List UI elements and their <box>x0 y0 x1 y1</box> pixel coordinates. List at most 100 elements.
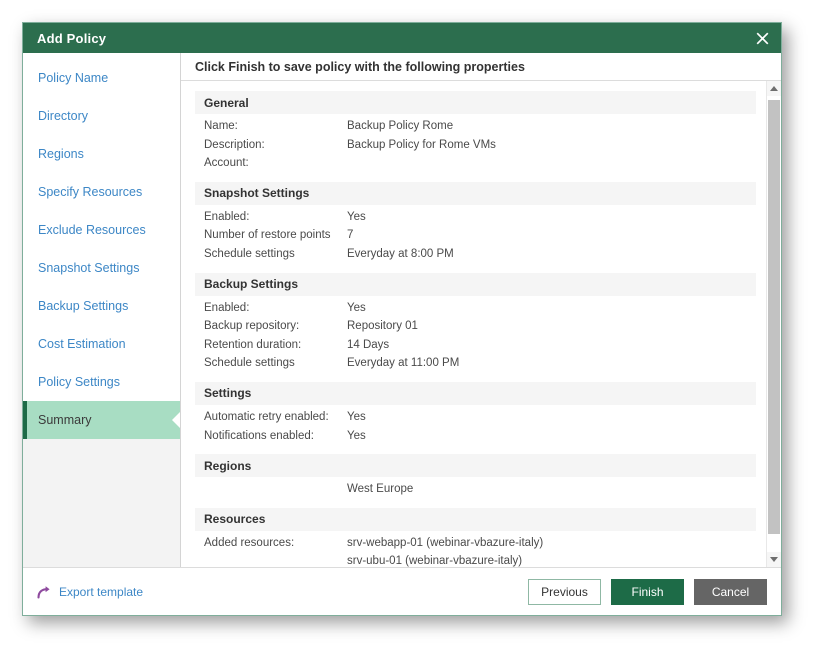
section-title: Regions <box>195 454 756 478</box>
dialog-titlebar: Add Policy <box>23 23 781 53</box>
sidebar-item-summary[interactable]: Summary <box>23 401 180 439</box>
close-button[interactable] <box>743 23 781 53</box>
section-title: Settings <box>195 381 756 405</box>
content-scroll-wrapper: General Name: Backup Policy Rome Descrip… <box>181 81 781 567</box>
section-regions: Regions West Europe <box>195 454 756 499</box>
row-label: Name: <box>204 120 238 132</box>
previous-button[interactable]: Previous <box>528 578 601 605</box>
section-title: Snapshot Settings <box>195 181 756 205</box>
row-value: srv-webapp-01 (webinar-vbazure-italy) sr… <box>347 536 544 567</box>
scroll-up-arrow-icon <box>770 86 778 91</box>
dialog-footer: Export template Previous Finish Cancel <box>23 567 781 615</box>
row-label: Retention duration: <box>204 338 302 351</box>
section-general: General Name: Backup Policy Rome Descrip… <box>195 91 756 173</box>
row-value: Yes <box>347 301 366 314</box>
sidebar-item-policy-name[interactable]: Policy Name <box>23 59 180 97</box>
finish-button[interactable]: Finish <box>611 578 684 605</box>
table-row: Enabled: Yes <box>195 208 756 227</box>
sidebar-item-label: Snapshot Settings <box>38 261 140 275</box>
content-scrollbar[interactable] <box>766 81 781 567</box>
dialog-body: Policy Name Directory Regions Specify Re… <box>23 53 781 567</box>
content-column: Click Finish to save policy with the fol… <box>181 53 781 567</box>
table-row: West Europe <box>195 480 756 499</box>
sidebar-item-regions[interactable]: Regions <box>23 135 180 173</box>
table-row: Number of restore points 7 <box>195 226 756 245</box>
table-row: Automatic retry enabled: Yes <box>195 408 756 427</box>
section-snapshot-settings: Snapshot Settings Enabled: Yes Number of… <box>195 181 756 264</box>
row-label <box>204 480 347 499</box>
cancel-button[interactable]: Cancel <box>694 578 767 605</box>
scrollbar-thumb[interactable] <box>768 100 780 534</box>
section-backup-settings: Backup Settings Enabled: Yes Backup repo… <box>195 272 756 373</box>
section-title: Resources <box>195 507 756 531</box>
row-value: Everyday at 11:00 PM <box>347 357 460 370</box>
row-value: Yes <box>347 410 366 423</box>
close-icon <box>756 32 768 44</box>
screen-root: Add Policy Policy Name Directory Regions… <box>0 0 816 661</box>
sidebar-item-policy-settings[interactable]: Policy Settings <box>23 363 180 401</box>
row-value: Backup Policy for Rome VMs <box>347 138 496 151</box>
sidebar-item-exclude-resources[interactable]: Exclude Resources <box>23 211 180 249</box>
row-value: Repository 01 <box>347 320 418 333</box>
add-policy-dialog: Add Policy Policy Name Directory Regions… <box>22 22 782 616</box>
table-row: Schedule settings Everyday at 8:00 PM <box>195 245 756 264</box>
sidebar-item-label: Summary <box>38 413 92 427</box>
row-label: Enabled: <box>204 210 250 223</box>
summary-panel: General Name: Backup Policy Rome Descrip… <box>181 81 766 567</box>
content-header-text: Click Finish to save policy with the fol… <box>181 53 781 81</box>
row-label: Backup repository: <box>204 320 300 333</box>
sidebar-item-snapshot-settings[interactable]: Snapshot Settings <box>23 249 180 287</box>
dialog-title: Add Policy <box>37 30 107 46</box>
row-value: 7 <box>347 229 354 242</box>
sidebar-item-label: Cost Estimation <box>38 337 126 351</box>
row-label: Schedule settings <box>204 247 295 260</box>
row-label: Description: <box>204 138 265 151</box>
sidebar-item-label: Backup Settings <box>38 299 129 313</box>
sidebar-item-specify-resources[interactable]: Specify Resources <box>23 173 180 211</box>
row-value: Yes <box>347 210 366 223</box>
sidebar-filler <box>23 429 180 567</box>
scrollbar-track[interactable] <box>767 96 781 552</box>
row-label: Number of restore points <box>204 229 331 242</box>
section-title: General <box>195 91 756 114</box>
row-label: Schedule settings <box>204 357 295 370</box>
sidebar-item-backup-settings[interactable]: Backup Settings <box>23 287 180 325</box>
row-label: Enabled: <box>204 301 250 314</box>
row-value <box>347 154 756 173</box>
scroll-down-button[interactable] <box>767 552 781 567</box>
row-value: 14 Days <box>347 338 390 351</box>
row-label: Account: <box>204 157 249 170</box>
section-title: Backup Settings <box>195 272 756 296</box>
sidebar-item-label: Policy Name <box>38 71 109 85</box>
sidebar-item-cost-estimation[interactable]: Cost Estimation <box>23 325 180 363</box>
table-row: Schedule settings Everyday at 11:00 PM <box>195 354 756 373</box>
scroll-down-arrow-icon <box>770 557 778 562</box>
table-row: Added resources: srv-webapp-01 (webinar-… <box>195 534 756 567</box>
scroll-up-button[interactable] <box>767 81 781 96</box>
table-row: Description: Backup Policy for Rome VMs <box>195 136 756 155</box>
section-settings: Settings Automatic retry enabled: Yes No… <box>195 381 756 446</box>
sidebar-item-label: Policy Settings <box>38 375 120 389</box>
wizard-sidebar: Policy Name Directory Regions Specify Re… <box>23 53 181 567</box>
row-label: Notifications enabled: <box>204 429 314 442</box>
section-resources: Resources Added resources: srv-webapp-01… <box>195 507 756 567</box>
export-template-button[interactable]: Export template <box>37 585 143 599</box>
sidebar-item-label: Directory <box>38 109 89 123</box>
sidebar-item-label: Regions <box>38 147 84 161</box>
share-arrow-icon <box>37 585 50 599</box>
table-row: Backup repository: Repository 01 <box>195 317 756 336</box>
table-row: Retention duration: 14 Days <box>195 336 756 355</box>
export-template-label: Export template <box>59 584 144 599</box>
table-row: Account: <box>195 154 756 173</box>
sidebar-item-label: Specify Resources <box>38 185 143 199</box>
table-row: Name: Backup Policy Rome <box>195 117 756 136</box>
row-label: Added resources: <box>204 536 295 549</box>
row-value: Everyday at 8:00 PM <box>347 247 454 260</box>
table-row: Notifications enabled: Yes <box>195 427 756 446</box>
row-value: Yes <box>347 429 366 442</box>
row-value: Backup Policy Rome <box>347 120 454 132</box>
sidebar-item-directory[interactable]: Directory <box>23 97 180 135</box>
sidebar-item-label: Exclude Resources <box>38 223 146 237</box>
wizard-step-list: Policy Name Directory Regions Specify Re… <box>23 53 180 439</box>
table-row: Enabled: Yes <box>195 299 756 318</box>
